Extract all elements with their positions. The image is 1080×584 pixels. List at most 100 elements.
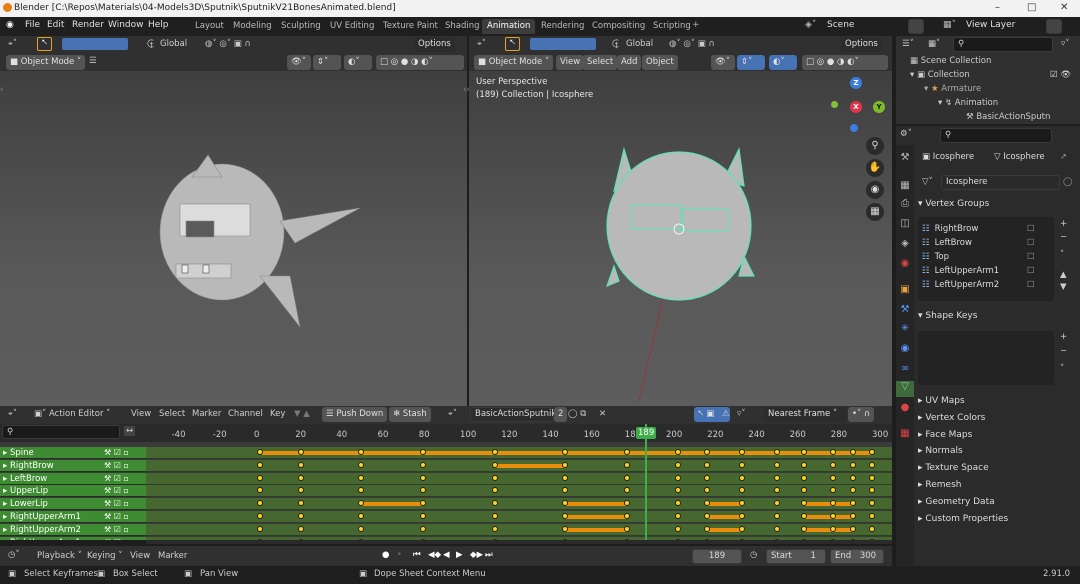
keyframe-point[interactable] xyxy=(623,474,630,481)
keyframe-point[interactable] xyxy=(298,525,305,532)
section-remesh[interactable]: ▸ Remesh xyxy=(918,480,961,490)
camera-view-icon[interactable]: ◉ xyxy=(866,181,884,199)
shape-keys-panel-header[interactable]: ▾ Shape Keys xyxy=(918,311,977,321)
vertex-groups-panel-header[interactable]: ▾ Vertex Groups xyxy=(918,199,989,209)
workspace-tab-layout[interactable]: Layout xyxy=(190,19,229,34)
keyframe-point[interactable] xyxy=(298,474,305,481)
section-vertex-colors[interactable]: ▸ Vertex Colors xyxy=(918,413,985,423)
keyframe-point[interactable] xyxy=(868,461,875,468)
marker-menu[interactable]: Marker xyxy=(158,551,187,561)
particles-tab-icon[interactable]: ✳ xyxy=(896,323,914,339)
shading-modes[interactable]: □ ◎ ● ◑ ◐˅ xyxy=(376,55,464,70)
keyframe-point[interactable] xyxy=(419,513,426,519)
channel-row[interactable]: ▸ UpperLip ⚒ ☑ ▫ xyxy=(0,485,146,498)
section-texture-space[interactable]: ▸ Texture Space xyxy=(918,463,989,473)
keyframe-point[interactable] xyxy=(357,487,364,494)
scene-icon[interactable]: ◈˅ xyxy=(805,20,816,30)
keyframe-point[interactable] xyxy=(850,525,857,532)
keyframe-point[interactable] xyxy=(800,449,807,455)
keyframe-point[interactable] xyxy=(257,500,263,507)
keyframe-point[interactable] xyxy=(800,487,807,494)
dope-sheet-area[interactable]: ▸ Spine ⚒ ☑ ▫ ▸ RightBrow ⚒ ☑ ▫ ▸ LeftBrow ⚒ … xyxy=(0,442,892,540)
keyframe-point[interactable] xyxy=(623,500,630,507)
play-reverse-icon[interactable]: ◀ xyxy=(443,550,450,560)
menu-file[interactable]: File xyxy=(25,20,40,30)
close-button[interactable]: ✕ xyxy=(1060,2,1068,13)
keyframe-point[interactable] xyxy=(257,487,263,494)
collection-checkbox-icon[interactable]: ☑ 👁 xyxy=(1050,70,1071,80)
keyframe-hold-bar[interactable] xyxy=(360,502,423,507)
render-tab-icon[interactable]: ▦ xyxy=(896,180,914,196)
keyframe-point[interactable] xyxy=(257,513,263,519)
keyframe-point[interactable] xyxy=(850,461,857,468)
channel-row[interactable]: ▸ LowerLip ⚒ ☑ ▫ xyxy=(0,498,146,511)
key-menu[interactable]: Key xyxy=(270,409,285,419)
shape-keys-list[interactable] xyxy=(918,331,1054,385)
vertex-group-item[interactable]: ☷ RightBrow ☐ xyxy=(922,224,1035,234)
keyframe-point[interactable] xyxy=(561,525,568,532)
keyframe-track[interactable] xyxy=(146,472,892,485)
prev-keyframe-icon[interactable]: ◀◆ xyxy=(428,550,441,560)
keyframe-point[interactable] xyxy=(829,474,836,481)
channel-toggle-icons[interactable]: ⚒ ☑ ▫ xyxy=(104,537,129,540)
current-frame-indicator[interactable]: 189 xyxy=(636,427,657,439)
lock-icon[interactable]: ☐ xyxy=(1027,252,1035,262)
outliner-search-input[interactable]: ⚲ xyxy=(953,37,1053,52)
mesh-browse-icon[interactable]: ▽˅ xyxy=(922,177,933,187)
action-name-field[interactable]: BasicActionSputnik xyxy=(470,407,556,422)
keyframe-point[interactable] xyxy=(774,513,781,519)
keyframe-point[interactable] xyxy=(298,513,305,519)
keyframe-point[interactable] xyxy=(491,449,498,455)
section-geometry-data[interactable]: ▸ Geometry Data xyxy=(918,497,995,507)
playback-menu[interactable]: Playback ˅ xyxy=(37,551,82,561)
expand-arrow-icon[interactable]: ▸ xyxy=(3,448,10,458)
keyframe-point[interactable] xyxy=(704,487,711,494)
new-view-layer-icon[interactable] xyxy=(1046,19,1062,34)
keyframe-point[interactable] xyxy=(419,525,426,532)
stash-button[interactable]: ❄ Stash xyxy=(389,407,431,422)
warning-icon[interactable]: ⚠ xyxy=(722,409,730,419)
keyframe-point[interactable] xyxy=(850,500,857,507)
keyframe-point[interactable] xyxy=(829,513,836,519)
options-dropdown[interactable]: Options xyxy=(841,37,882,52)
keyframe-hold-bar[interactable] xyxy=(707,502,743,507)
keyframe-point[interactable] xyxy=(704,513,711,519)
ortho-grid-icon[interactable]: ▦ xyxy=(866,203,884,221)
keyframe-point[interactable] xyxy=(491,474,498,481)
keyframe-point[interactable] xyxy=(850,513,857,519)
scene-tab-icon[interactable]: ◈ xyxy=(896,238,914,254)
expand-arrow-icon[interactable]: ▸ xyxy=(3,538,10,540)
add-menu[interactable]: Add xyxy=(617,55,642,70)
keyframe-point[interactable] xyxy=(257,525,263,532)
left-3d-viewport[interactable] xyxy=(0,71,467,406)
shape-key-specials-icon[interactable]: ˅ xyxy=(1060,364,1064,374)
start-frame-field[interactable]: Start 1 xyxy=(766,549,826,564)
keyframe-point[interactable] xyxy=(257,449,263,455)
options-dropdown[interactable]: Options xyxy=(414,37,455,52)
channel-toggle-icons[interactable]: ⚒ ☑ ▫ xyxy=(104,447,129,459)
keyframe-point[interactable] xyxy=(739,487,746,494)
keyframe-point[interactable] xyxy=(298,487,305,494)
expand-arrow-icon[interactable]: ▸ xyxy=(3,474,10,484)
keyframe-point[interactable] xyxy=(868,513,875,519)
select-menu[interactable]: Select xyxy=(583,55,618,70)
channel-row[interactable]: ▸ RightLowerArm1 ⚒ ☑ ▫ xyxy=(0,536,146,540)
keyframe-point[interactable] xyxy=(868,487,875,494)
keyframe-point[interactable] xyxy=(623,525,630,532)
keyframe-track[interactable] xyxy=(146,498,892,511)
view-layer-tab-icon[interactable]: ◫ xyxy=(896,218,914,234)
keyframe-point[interactable] xyxy=(675,474,682,481)
keyframe-point[interactable] xyxy=(561,461,568,468)
xray-toggle[interactable]: ◐˅ xyxy=(344,55,372,70)
keyframe-point[interactable] xyxy=(357,525,364,532)
keyframe-point[interactable] xyxy=(868,474,875,481)
keyframe-point[interactable] xyxy=(774,525,781,532)
channel-menu[interactable]: Channel xyxy=(228,409,263,419)
channel-toggle-icons[interactable]: ⚒ ☑ ▫ xyxy=(104,460,129,472)
expand-arrow-icon[interactable]: ▸ xyxy=(3,512,10,522)
lock-icon[interactable]: ☐ xyxy=(1027,280,1035,290)
keyframe-point[interactable] xyxy=(561,449,568,455)
record-icon[interactable]: ● xyxy=(382,550,389,560)
viewport-gizmo-toggle[interactable]: 👁˅ xyxy=(711,55,735,70)
add-vertex-group-icon[interactable]: + xyxy=(1060,219,1067,229)
